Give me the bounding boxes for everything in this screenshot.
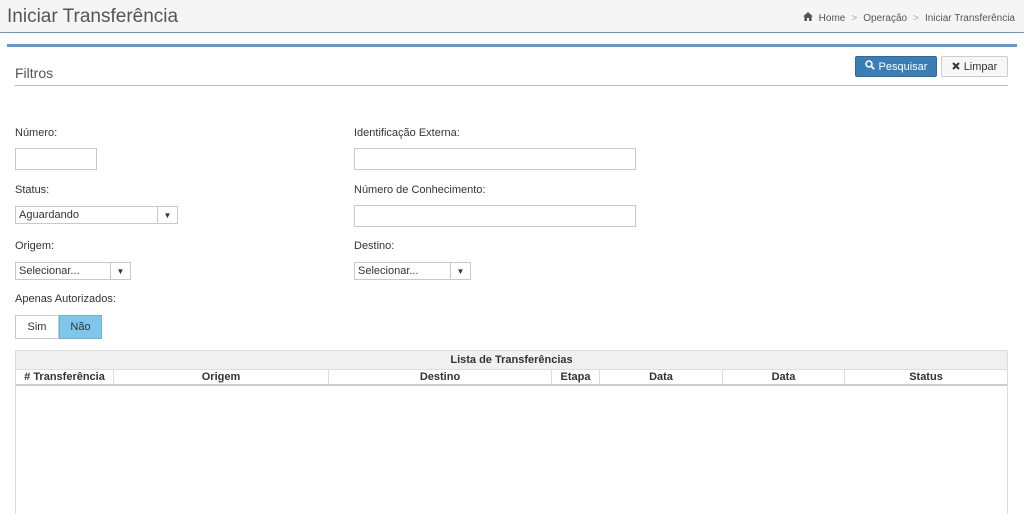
numero-conhecimento-field[interactable] <box>354 205 636 227</box>
numero-conhecimento-label: Número de Conhecimento: <box>354 184 486 196</box>
divider <box>15 85 1008 86</box>
column-header-transferencia[interactable]: # Transferência <box>16 370 114 384</box>
transfer-table: Lista de Transferências # Transferência … <box>15 350 1008 514</box>
column-header-data[interactable]: Data <box>600 370 723 384</box>
apenas-autorizados-label: Apenas Autorizados: <box>15 293 116 305</box>
page-title: Iniciar Transferência <box>7 6 179 27</box>
origem-select[interactable]: Selecionar... ▼ <box>15 262 131 280</box>
table-caption: Lista de Transferências <box>16 351 1007 369</box>
origem-label: Origem: <box>15 240 55 252</box>
origem-select-value: Selecionar... <box>19 265 80 277</box>
status-select[interactable]: Aguardando ▼ <box>15 206 178 224</box>
table-header: # Transferência Origem Destino Etapa Dat… <box>16 369 1007 386</box>
destino-select[interactable]: Selecionar... ▼ <box>354 262 471 280</box>
status-select-value: Aguardando <box>19 209 79 221</box>
clear-button-label: Limpar <box>963 60 998 73</box>
caret-down-icon: ▼ <box>157 207 177 223</box>
home-icon[interactable] <box>802 12 813 24</box>
filters-panel: Filtros Pesquisar Limpar Número: Identif… <box>7 44 1017 514</box>
close-icon <box>951 61 960 73</box>
clear-button[interactable]: Limpar <box>941 56 1008 77</box>
destino-select-value: Selecionar... <box>358 265 419 277</box>
caret-down-icon: ▼ <box>110 263 130 279</box>
breadcrumb: Home > Operação > Iniciar Transferência <box>802 12 1015 24</box>
destino-label: Destino: <box>354 240 395 252</box>
column-header-etapa[interactable]: Etapa <box>552 370 600 384</box>
identificacao-externa-label: Identificação Externa: <box>354 127 460 139</box>
caret-down-icon: ▼ <box>450 263 470 279</box>
numero-label: Número: <box>15 127 58 139</box>
breadcrumb-current: Iniciar Transferência <box>924 12 1015 24</box>
column-header-destino[interactable]: Destino <box>329 370 552 384</box>
toggle-option-nao[interactable]: Não <box>59 315 102 339</box>
search-button[interactable]: Pesquisar <box>855 56 937 77</box>
breadcrumb-separator: > <box>851 12 858 24</box>
breadcrumb-home[interactable]: Home <box>819 13 846 24</box>
column-header-data-2[interactable]: Data <box>723 370 845 384</box>
search-button-label: Pesquisar <box>878 60 928 73</box>
top-bar: Iniciar Transferência Home > Operação > … <box>0 0 1024 33</box>
numero-field[interactable] <box>15 148 97 170</box>
identificacao-externa-field[interactable] <box>354 148 636 170</box>
column-header-status[interactable]: Status <box>845 370 1007 384</box>
column-header-origem[interactable]: Origem <box>114 370 329 384</box>
breadcrumb-separator: > <box>913 12 919 24</box>
search-icon <box>864 60 875 73</box>
filters-title: Filtros <box>15 65 54 81</box>
status-label: Status: <box>15 184 50 196</box>
toggle-option-sim[interactable]: Sim <box>15 315 59 339</box>
breadcrumb-operacao[interactable]: Operação <box>863 13 907 24</box>
apenas-autorizados-toggle: Sim Não <box>15 315 102 339</box>
